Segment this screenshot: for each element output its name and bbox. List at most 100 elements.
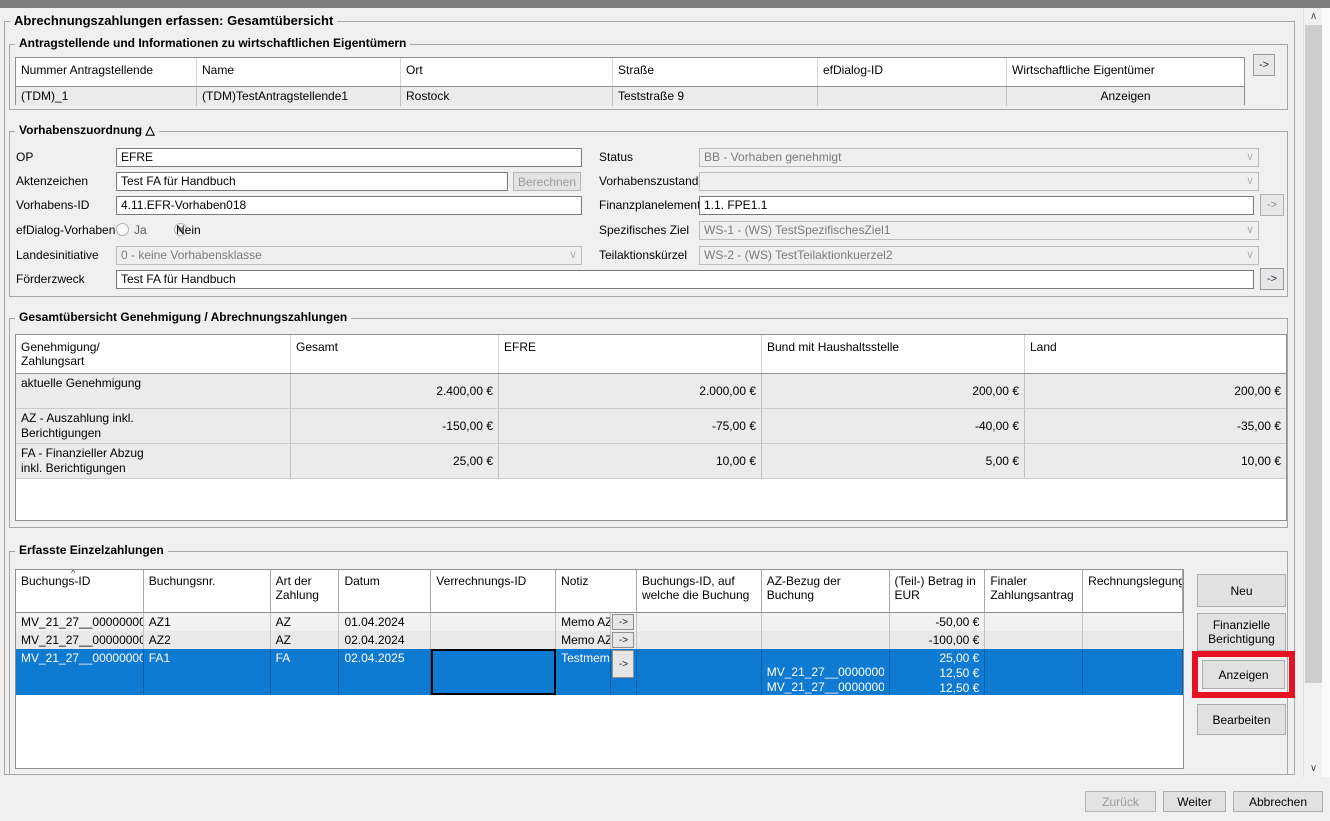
- cell-memo-button-holder: ->: [611, 631, 637, 649]
- header-line: Genehmigung/: [21, 340, 285, 354]
- bearbeiten-button[interactable]: Bearbeiten: [1197, 704, 1286, 735]
- betrag-line: 12,50 €: [895, 666, 980, 681]
- warning-triangle-icon: △: [145, 123, 154, 137]
- weiter-button[interactable]: Weiter: [1163, 791, 1226, 812]
- column-header-bund: Bund mit Haushaltsstelle: [762, 335, 1025, 373]
- column-header-buchungsnr[interactable]: Buchungsnr.: [144, 570, 271, 612]
- cell-notiz: Memo AZ1: [556, 613, 611, 631]
- applicant-strasse: Teststraße 9: [613, 87, 818, 106]
- overview-table-header: Genehmigung/ Zahlungsart Gesamt EFRE Bun…: [16, 335, 1286, 374]
- header-line: Zahlungsart: [21, 354, 285, 368]
- cell-az-bezug: MV_21_27__0000000055 MV_21_27__000000005…: [762, 649, 890, 695]
- payment-row-3-selected[interactable]: MV_21_27__0000000061 FA1 FA 02.04.2025 T…: [16, 649, 1183, 695]
- finanzielle-berichtigung-button[interactable]: Finanzielle Berichtigung: [1197, 613, 1286, 651]
- column-header-rechnungslegung[interactable]: Rechnungslegung: [1083, 570, 1183, 612]
- cell-betrag: 25,00 € 12,50 € 12,50 €: [890, 649, 986, 695]
- applicant-ort: Rostock: [401, 87, 613, 106]
- status-dropdown[interactable]: BB - Vorhaben genehmigt ∨: [699, 148, 1259, 167]
- scroll-up-icon[interactable]: ∧: [1304, 8, 1323, 25]
- label-line: [21, 391, 285, 406]
- landesinitiative-dropdown[interactable]: 0 - keine Vorhabensklasse ∨: [116, 246, 582, 265]
- aktenzeichen-field[interactable]: Test FA für Handbuch: [116, 172, 508, 191]
- column-header-gesamt: Gesamt: [291, 335, 499, 373]
- neu-button[interactable]: Neu: [1197, 574, 1286, 607]
- cell-finaler-zahlungsantrag: [985, 613, 1083, 631]
- memo-open-button[interactable]: ->: [612, 632, 634, 648]
- window-right-edge: [1322, 8, 1330, 777]
- vorhabens-id-field[interactable]: 4.11.EFR-Vorhaben018: [116, 196, 582, 215]
- applicant-row[interactable]: (TDM)_1 (TDM)TestAntragstellende1 Rostoc…: [16, 87, 1244, 106]
- payments-groupbox: Erfasste Einzelzahlungen ^ Buchungs-ID B…: [9, 551, 1288, 775]
- column-header-az-bezug[interactable]: AZ-Bezug der Buchung: [762, 570, 890, 612]
- op-label: OP: [16, 150, 33, 164]
- memo-open-button[interactable]: ->: [612, 614, 634, 630]
- scroll-down-icon[interactable]: ∨: [1304, 760, 1323, 777]
- cell-verrechnungs-id: [431, 613, 556, 631]
- cell-rechnungslegung: [1083, 649, 1183, 695]
- column-header-betrag[interactable]: (Teil-) Betrag in EUR: [890, 570, 986, 612]
- cell-verrechnungs-id: [431, 631, 556, 649]
- applicants-table: Nummer Antragstellende Name Ort Straße e…: [15, 57, 1245, 105]
- column-header-strasse: Straße: [613, 58, 818, 86]
- column-header-finaler-zahlungsantrag[interactable]: Finaler Zahlungsantrag: [985, 570, 1083, 612]
- column-header-auf-welche[interactable]: Buchungs-ID, auf welche die Buchung: [637, 570, 762, 612]
- vertical-scrollbar[interactable]: ∧ ∨: [1303, 8, 1322, 777]
- column-header-land: Land: [1025, 335, 1286, 373]
- teilaktionskuerzel-dropdown[interactable]: WS-2 - (WS) TestTeilaktionkuerzel2 ∨: [699, 246, 1259, 265]
- column-header-notiz[interactable]: Notiz: [556, 570, 637, 612]
- cell-finaler-zahlungsantrag: [985, 631, 1083, 649]
- foerderzweck-label: Förderzweck: [16, 272, 85, 286]
- column-header-datum[interactable]: Datum: [339, 570, 431, 612]
- efdialog-vorhaben-label: efDialog-Vorhaben: [16, 223, 115, 237]
- betrag-line: 12,50 €: [895, 681, 980, 695]
- cell-notiz: Testmemo: [556, 649, 611, 695]
- cell-memo-button-holder: ->: [611, 613, 637, 631]
- finanzplanelement-field[interactable]: 1.1. FPE1.1: [699, 196, 1254, 215]
- foerderzweck-detail-arrow-button[interactable]: ->: [1260, 268, 1284, 290]
- sort-ascending-icon: ^: [71, 570, 75, 577]
- payment-row-1[interactable]: MV_21_27__0000000055 AZ1 AZ 01.04.2024 M…: [16, 613, 1183, 631]
- teilaktionskuerzel-label: Teilaktionskürzel: [599, 248, 687, 262]
- column-header-art[interactable]: Art der Zahlung: [271, 570, 340, 612]
- cell-buchungsnr: AZ1: [144, 613, 271, 631]
- applicants-groupbox: Antragstellende und Informationen zu wir…: [9, 44, 1288, 110]
- vorhaben-groupbox: Vorhabenszuordnung △ OP EFRE Status BB -…: [9, 131, 1288, 297]
- cell-auf-welche: [637, 631, 762, 649]
- cell-notiz: Memo AZ2: [556, 631, 611, 649]
- applicants-detail-arrow-button[interactable]: ->: [1253, 54, 1275, 76]
- vorhaben-title-text: Vorhabenszuordnung: [19, 123, 142, 137]
- spezifisches-ziel-label: Spezifisches Ziel: [599, 223, 689, 237]
- zurueck-button[interactable]: Zurück: [1085, 791, 1156, 812]
- vorhabens-id-label: Vorhabens-ID: [16, 198, 89, 212]
- overview-row-az: AZ - Auszahlung inkl. Berichtigungen -15…: [16, 409, 1286, 444]
- landesinitiative-value: 0 - keine Vorhabensklasse: [121, 248, 262, 262]
- radio-ja[interactable]: [116, 223, 129, 236]
- applicant-nummer: (TDM)_1: [16, 87, 197, 106]
- column-header-efdialog-id: efDialog-ID: [818, 58, 1007, 86]
- eigentuemer-anzeigen-cell-button[interactable]: Anzeigen: [1007, 87, 1244, 106]
- chevron-down-icon: ∨: [1246, 174, 1254, 189]
- cell-verrechnungs-id-focused[interactable]: [431, 649, 556, 695]
- finanzplanelement-detail-arrow-button[interactable]: ->: [1260, 194, 1284, 216]
- value-efre: -75,00 €: [499, 409, 762, 443]
- overview-groupbox: Gesamtübersicht Genehmigung / Abrechnung…: [9, 318, 1288, 528]
- abbrechen-button[interactable]: Abbrechen: [1233, 791, 1323, 812]
- cell-datum: 02.04.2025: [339, 649, 431, 695]
- label-line: FA - Finanzieller Abzug: [21, 446, 285, 461]
- column-header-verrechnungs-id[interactable]: Verrechnungs-ID: [431, 570, 556, 612]
- scrollbar-thumb[interactable]: [1305, 25, 1322, 683]
- cell-memo-button-holder: ->: [611, 649, 637, 695]
- anzeigen-button[interactable]: Anzeigen: [1202, 660, 1285, 689]
- cell-art: AZ: [271, 613, 340, 631]
- application-window: Abrechnungszahlungen erfassen: Gesamtübe…: [0, 0, 1330, 821]
- cell-auf-welche: [637, 613, 762, 631]
- column-header-buchungs-id[interactable]: ^ Buchungs-ID: [16, 570, 144, 612]
- berechnen-button[interactable]: Berechnen: [513, 172, 581, 191]
- value-gesamt: 2.400,00 €: [291, 374, 499, 408]
- memo-open-button[interactable]: ->: [612, 650, 634, 678]
- op-field[interactable]: EFRE: [116, 148, 582, 167]
- vorhabenszustand-dropdown[interactable]: ∨: [699, 172, 1259, 191]
- spezifisches-ziel-dropdown[interactable]: WS-1 - (WS) TestSpezifischesZiel1 ∨: [699, 221, 1259, 240]
- foerderzweck-field[interactable]: Test FA für Handbuch: [116, 270, 1254, 289]
- payment-row-2[interactable]: MV_21_27__0000000056 AZ2 AZ 02.04.2024 M…: [16, 631, 1183, 649]
